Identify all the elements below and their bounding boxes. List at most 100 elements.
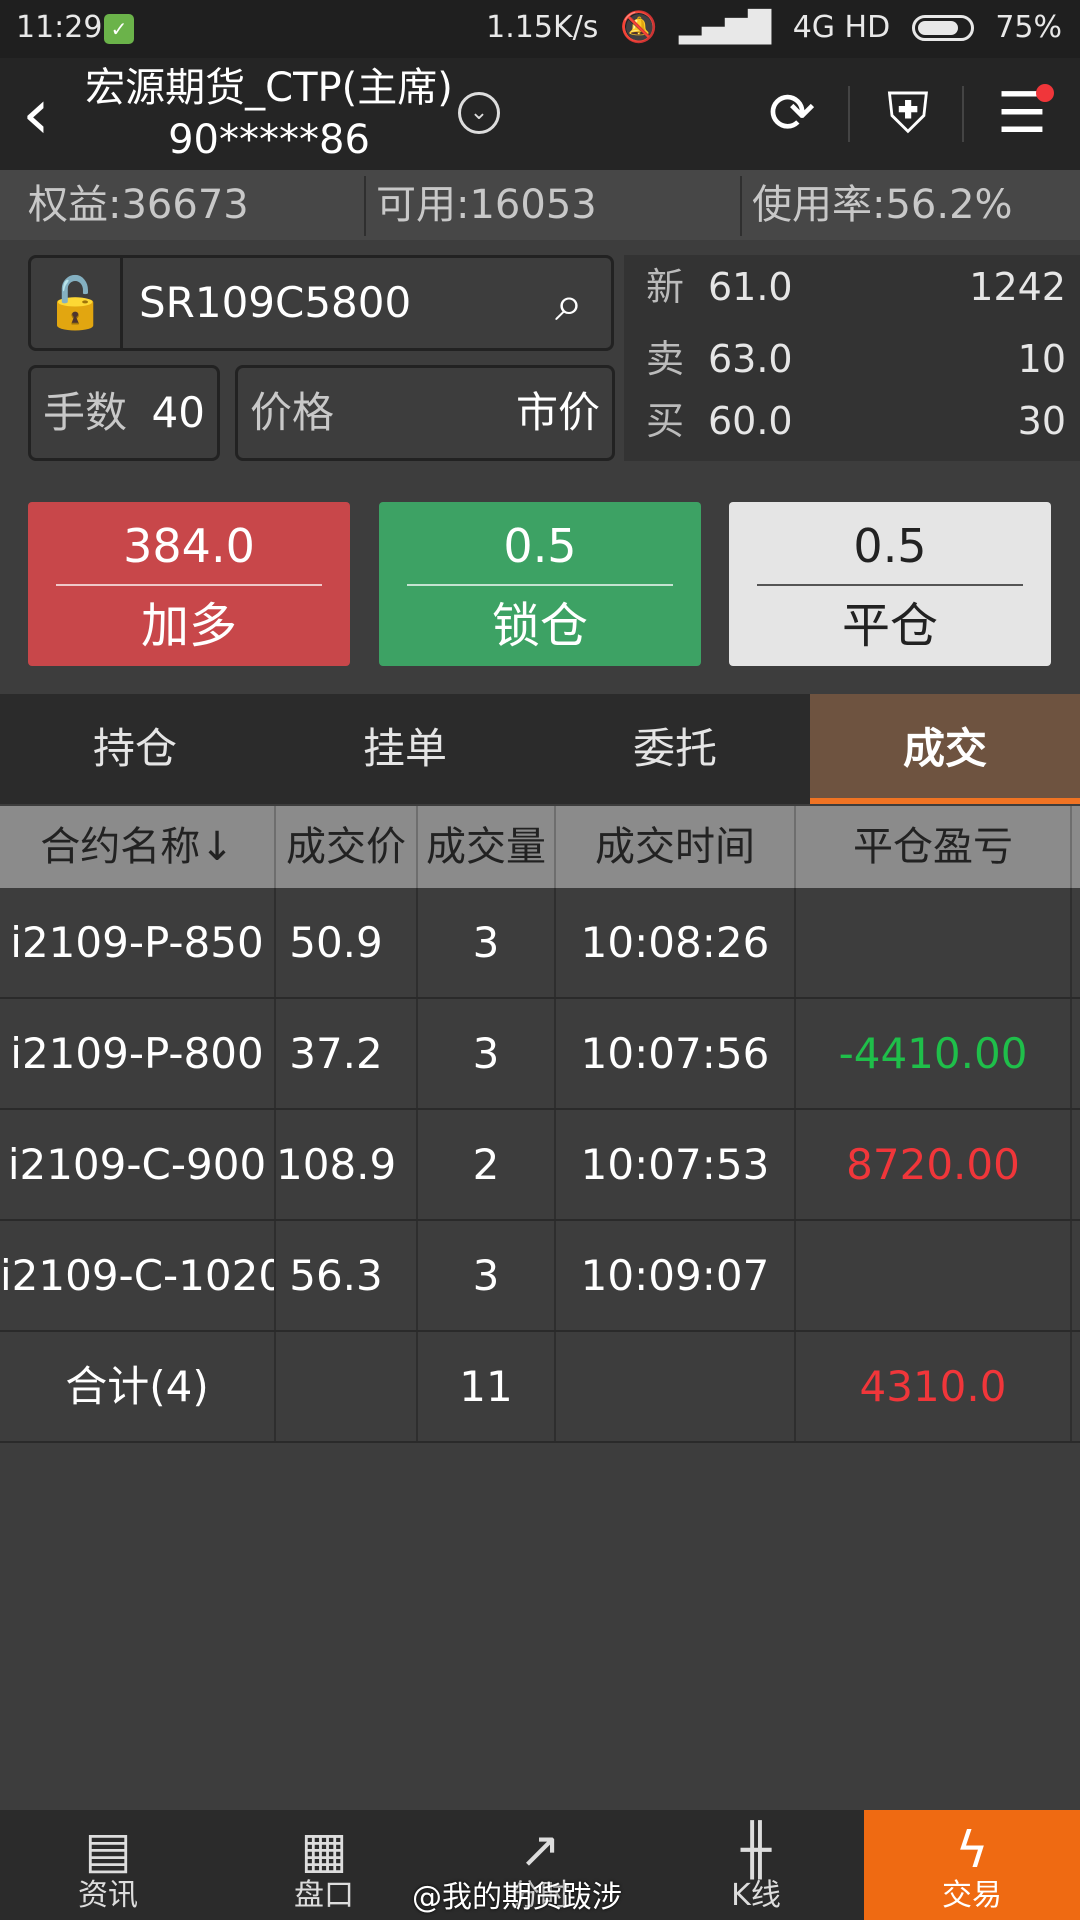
last-label: 新 xyxy=(646,265,685,309)
status-right: 1.15K/s 🔕 ▂▄▆█ 4G HD 75% xyxy=(474,10,1062,45)
nav-label: 交易 xyxy=(942,1878,1002,1913)
col-contract[interactable]: 合约名称↓ xyxy=(0,806,274,888)
lock-position-button[interactable]: 0.5 锁仓 xyxy=(379,502,701,666)
contract-name: i2109-C-1020 xyxy=(0,1251,274,1300)
symbol-input[interactable]: SR109C5800 xyxy=(139,258,411,348)
nav-news[interactable]: ▤ 资讯 xyxy=(0,1810,216,1920)
divider xyxy=(757,584,1023,586)
price-label: 价格 xyxy=(250,388,335,437)
nav-label: 资讯 xyxy=(78,1878,138,1913)
account-id: 90*****86 xyxy=(168,117,370,163)
symbol-input-group: 🔓 SR109C5800 ⌕ xyxy=(28,255,614,351)
lock-label: 锁仓 xyxy=(491,598,588,654)
candlestick-icon: ╫ xyxy=(740,1821,772,1879)
equity: 权益:36673 xyxy=(28,182,249,228)
price-value[interactable]: 市价 xyxy=(516,368,600,458)
order-book-icon: ▦ xyxy=(300,1821,348,1879)
tab-pending[interactable]: 挂单 xyxy=(270,694,540,804)
available-funds: 可用:16053 xyxy=(376,182,597,228)
lots-value[interactable]: 40 xyxy=(152,368,205,458)
signal-icon: ▂▄▆█ xyxy=(678,10,772,45)
col-pnl[interactable]: 平仓盈亏 xyxy=(796,806,1070,888)
trade-qty: 2 xyxy=(472,1140,500,1189)
trade-qty: 3 xyxy=(472,918,500,967)
price-field[interactable]: 价格 市价 xyxy=(235,365,615,461)
usage-rate: 使用率:56.2% xyxy=(752,182,1013,228)
tab-orders[interactable]: 委托 xyxy=(540,694,810,804)
total-qty: 11 xyxy=(459,1362,513,1411)
trade-price: 50.9 xyxy=(289,918,383,967)
weibo-watermark: @我的期货跋涉 xyxy=(412,1880,622,1915)
dropdown-icon[interactable]: ⌄ xyxy=(458,92,500,134)
buy-label: 加多 xyxy=(140,598,237,654)
lock-price: 0.5 xyxy=(503,519,577,573)
total-label: 合计(4) xyxy=(65,1362,209,1411)
account-summary: 权益:36673 可用:16053 使用率:56.2% xyxy=(0,170,1080,240)
security-shield-icon: ✓ xyxy=(104,14,134,44)
trade-qty: 3 xyxy=(472,1251,500,1300)
bid-label: 买 xyxy=(646,399,685,443)
nav-kline[interactable]: ╫ K线 xyxy=(648,1810,864,1920)
close-pnl xyxy=(796,888,1070,997)
divider xyxy=(56,584,322,586)
close-position-button[interactable]: 0.5 平仓 xyxy=(729,502,1051,666)
header-divider xyxy=(848,86,850,142)
trade-time: 10:08:26 xyxy=(580,918,770,967)
buy-add-button[interactable]: 384.0 加多 xyxy=(28,502,350,666)
back-icon[interactable]: ‹ xyxy=(22,76,82,152)
mute-icon: 🔕 xyxy=(619,10,658,45)
tab-positions[interactable]: 持仓 xyxy=(0,694,270,804)
close-label: 平仓 xyxy=(841,598,938,654)
col-qty[interactable]: 成交量 xyxy=(418,806,554,888)
battery-level: 75% xyxy=(995,10,1062,45)
quote-bid[interactable]: 买 60.0 30 xyxy=(624,391,1080,451)
search-icon[interactable]: ⌕ xyxy=(539,258,599,348)
trade-qty: 3 xyxy=(472,1029,500,1078)
clock: 11:29 xyxy=(16,10,103,45)
last-price: 61.0 xyxy=(708,265,793,309)
status-bar: 11:29 ✓ 1.15K/s 🔕 ▂▄▆█ 4G HD 75% xyxy=(0,0,1080,58)
shield-bolt-icon[interactable]: ⛨ xyxy=(872,78,944,150)
lots-label: 手数 xyxy=(43,388,128,437)
ask-label: 卖 xyxy=(646,337,685,381)
app-header: ‹ 宏源期货_CTP(主席) 90*****86 ⌄ ⟳ ⛨ ☰ xyxy=(0,58,1080,170)
trade-time: 10:07:53 xyxy=(580,1140,770,1189)
quote-last[interactable]: 新 61.0 1242 xyxy=(624,257,1080,317)
refresh-icon[interactable]: ⟳ xyxy=(756,78,828,150)
net-speed: 1.15K/s xyxy=(486,10,599,45)
battery-icon xyxy=(911,15,974,41)
col-time[interactable]: 成交时间 xyxy=(556,806,794,888)
col-price[interactable]: 成交价 xyxy=(276,806,416,888)
close-pnl: -4410.00 xyxy=(838,1029,1028,1078)
network-type: 4G HD xyxy=(792,10,891,45)
close-pnl xyxy=(796,1221,1070,1330)
contract-name: i2109-C-900 xyxy=(7,1140,267,1189)
lots-field[interactable]: 手数 40 xyxy=(28,365,220,461)
ask-volume: 10 xyxy=(1017,337,1066,381)
nav-label: K线 xyxy=(731,1878,781,1913)
bid-volume: 30 xyxy=(1017,399,1066,443)
nav-market[interactable]: ▦ 盘口 xyxy=(216,1810,432,1920)
table-row[interactable]: i2109-C-1020 56.3 3 10:09:07 xyxy=(0,1221,1080,1332)
tab-trades[interactable]: 成交 xyxy=(810,694,1080,804)
unlock-icon[interactable]: 🔓 xyxy=(31,258,123,348)
ask-price: 63.0 xyxy=(708,337,793,381)
notification-dot xyxy=(1036,84,1054,102)
bid-price: 60.0 xyxy=(708,399,793,443)
account-title[interactable]: 宏源期货_CTP(主席) 90*****86 xyxy=(84,62,454,166)
table-row[interactable]: i2109-C-900 108.9 2 10:07:53 8720.00 xyxy=(0,1110,1080,1221)
table-total-row: 合计(4) 11 4310.0 xyxy=(0,1332,1080,1443)
menu-icon[interactable]: ☰ xyxy=(986,78,1058,150)
trade-time: 10:09:07 xyxy=(580,1251,770,1300)
quote-ask[interactable]: 卖 63.0 10 xyxy=(624,329,1080,389)
table-row[interactable]: i2109-P-850 50.9 3 10:08:26 xyxy=(0,888,1080,999)
broker-name: 宏源期货_CTP(主席) xyxy=(85,65,453,111)
close-pnl: 8720.00 xyxy=(846,1140,1020,1189)
divider xyxy=(407,584,673,586)
trade-price: 37.2 xyxy=(289,1029,383,1078)
table-row[interactable]: i2109-P-800 37.2 3 10:07:56 -4410.00 xyxy=(0,999,1080,1110)
contract-name: i2109-P-850 xyxy=(10,918,264,967)
table-header: 合约名称↓ 成交价 成交量 成交时间 平仓盈亏 xyxy=(0,806,1080,888)
lightning-icon: ϟ xyxy=(955,1821,989,1879)
nav-trade[interactable]: ϟ 交易 xyxy=(864,1810,1080,1920)
